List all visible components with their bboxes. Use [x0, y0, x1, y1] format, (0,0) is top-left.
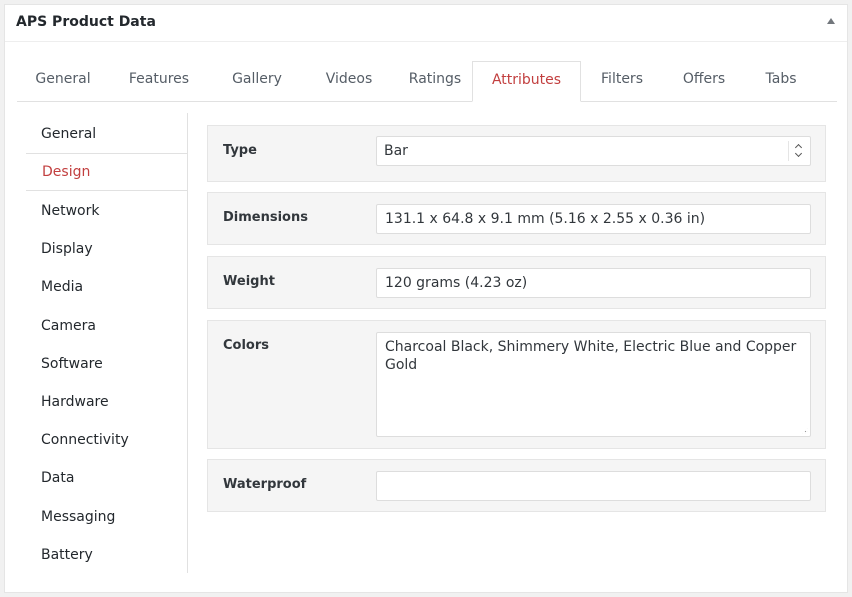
tab-general[interactable]: General: [17, 61, 109, 101]
tab-bar: General Features Gallery Videos Ratings …: [17, 61, 837, 102]
attribute-group-nav: General Design Network Display Media Cam…: [26, 113, 188, 573]
collapse-triangle-icon[interactable]: [827, 18, 835, 24]
type-select[interactable]: Bar: [376, 136, 811, 166]
nav-item-media[interactable]: Media: [26, 269, 186, 307]
select-arrows-icon: [788, 141, 810, 161]
nav-item-hardware[interactable]: Hardware: [26, 384, 186, 422]
nav-item-battery[interactable]: Battery: [26, 537, 186, 575]
tab-tabs[interactable]: Tabs: [749, 61, 813, 101]
tab-gallery[interactable]: Gallery: [213, 61, 301, 101]
nav-item-general[interactable]: General: [26, 116, 186, 154]
nav-item-data[interactable]: Data: [26, 460, 186, 498]
tab-ratings[interactable]: Ratings: [389, 61, 481, 101]
tab-features[interactable]: Features: [113, 61, 205, 101]
nav-item-messaging[interactable]: Messaging: [26, 499, 186, 537]
weight-input[interactable]: 120 grams (4.23 oz): [376, 268, 811, 298]
colors-textarea-value: Charcoal Black, Shimmery White, Electric…: [385, 339, 797, 373]
waterproof-row: Waterproof: [207, 459, 826, 512]
waterproof-label: Waterproof: [223, 477, 307, 492]
nav-item-display[interactable]: Display: [26, 231, 186, 269]
metabox-title: APS Product Data: [16, 14, 156, 30]
nav-item-connectivity[interactable]: Connectivity: [26, 422, 186, 460]
colors-row: Colors Charcoal Black, Shimmery White, E…: [207, 320, 826, 449]
colors-label: Colors: [223, 338, 270, 353]
tab-attributes[interactable]: Attributes: [472, 61, 581, 102]
product-data-metabox: APS Product Data General Features Galler…: [4, 4, 848, 593]
type-row: Type Bar: [207, 125, 826, 182]
colors-textarea[interactable]: Charcoal Black, Shimmery White, Electric…: [376, 332, 811, 437]
nav-item-network[interactable]: Network: [26, 193, 186, 231]
tab-videos[interactable]: Videos: [305, 61, 393, 101]
type-label: Type: [223, 143, 257, 158]
dimensions-input[interactable]: 131.1 x 64.8 x 9.1 mm (5.16 x 2.55 x 0.3…: [376, 204, 811, 234]
waterproof-input[interactable]: [376, 471, 811, 501]
weight-label: Weight: [223, 274, 275, 289]
weight-row: Weight 120 grams (4.23 oz): [207, 256, 826, 309]
nav-item-camera[interactable]: Camera: [26, 308, 186, 346]
type-select-value: Bar: [384, 143, 408, 159]
tab-filters[interactable]: Filters: [587, 61, 657, 101]
metabox-header[interactable]: APS Product Data: [5, 5, 847, 42]
tab-offers[interactable]: Offers: [667, 61, 741, 101]
dimensions-label: Dimensions: [223, 210, 308, 225]
nav-item-design[interactable]: Design: [26, 153, 187, 191]
resize-grip-icon[interactable]: [801, 427, 808, 434]
dimensions-row: Dimensions 131.1 x 64.8 x 9.1 mm (5.16 x…: [207, 192, 826, 245]
nav-item-software[interactable]: Software: [26, 346, 186, 384]
